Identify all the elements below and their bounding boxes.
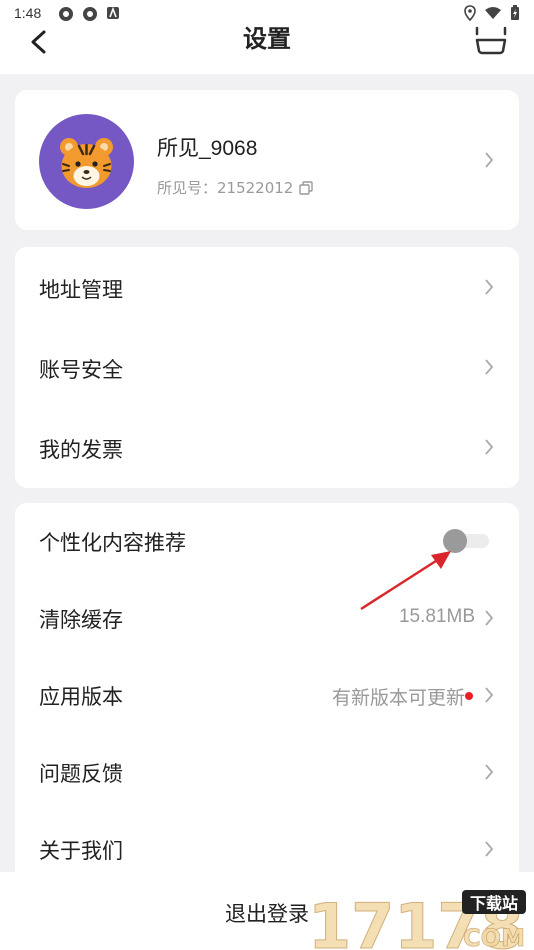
chevron-right-icon [485, 279, 494, 295]
copy-icon[interactable] [299, 180, 314, 195]
battery-icon [511, 5, 519, 20]
chevron-right-icon [485, 610, 494, 626]
chevron-right-icon [485, 687, 494, 703]
menu-item-label: 问题反馈 [39, 762, 123, 786]
chevron-right-icon [485, 152, 494, 168]
menu-item-label: 我的发票 [39, 438, 123, 462]
menu-item-label: 应用版本 [39, 685, 123, 709]
avatar[interactable] [39, 114, 134, 209]
menu-item-label: 清除缓存 [39, 608, 123, 632]
menu-item-address[interactable]: 地址管理 [15, 247, 519, 327]
chevron-right-icon [485, 439, 494, 455]
app-notification-icon [83, 7, 97, 21]
menu-item-label: 账号安全 [39, 358, 123, 382]
chevron-right-icon [485, 764, 494, 780]
header: 设置 [0, 26, 534, 74]
menu-item-invoices[interactable]: 我的发票 [15, 407, 519, 487]
menu-item-app-version[interactable]: 应用版本 有新版本可更新 [15, 657, 519, 737]
profile-card[interactable]: 所见_9068 所见号：21522012 [15, 90, 519, 230]
page-title: 设置 [243, 25, 291, 53]
wifi-icon [485, 7, 501, 19]
menu-item-label: 关于我们 [39, 839, 123, 863]
watermark-domain: COM [463, 924, 525, 950]
menu-item-feedback[interactable]: 问题反馈 [15, 734, 519, 814]
menu-item-label: 个性化内容推荐 [39, 531, 186, 555]
annotation-arrow-icon [360, 551, 451, 611]
app-notification-icon [107, 6, 119, 19]
system-icons [464, 5, 520, 21]
tiger-avatar-icon [60, 138, 113, 188]
watermark-logo: 17178 下载站 COM [308, 890, 526, 950]
chevron-right-icon [485, 359, 494, 375]
user-id-row: 所见号：21522012 [157, 177, 314, 198]
notification-icons [58, 6, 120, 22]
location-icon [464, 5, 476, 21]
personalized-toggle[interactable] [443, 529, 489, 553]
watermark-sub: 下载站 [470, 894, 518, 913]
username: 所见_9068 [157, 137, 258, 160]
status-time: 1:48 [14, 5, 42, 21]
bottom-bar: 退出登录 17178 下载站 COM [0, 872, 534, 950]
chevron-right-icon [485, 841, 494, 857]
update-badge-dot [465, 692, 473, 700]
app-notification-icon [59, 7, 73, 21]
user-id: 所见号：21522012 [157, 179, 294, 197]
account-menu-card: 地址管理 账号安全 我的发票 [15, 247, 519, 488]
update-available-text: 有新版本可更新 [331, 688, 465, 709]
basket-icon[interactable] [474, 26, 508, 56]
status-bar: 1:48 [0, 0, 534, 26]
menu-item-label: 地址管理 [39, 278, 123, 302]
menu-item-account-security[interactable]: 账号安全 [15, 327, 519, 407]
